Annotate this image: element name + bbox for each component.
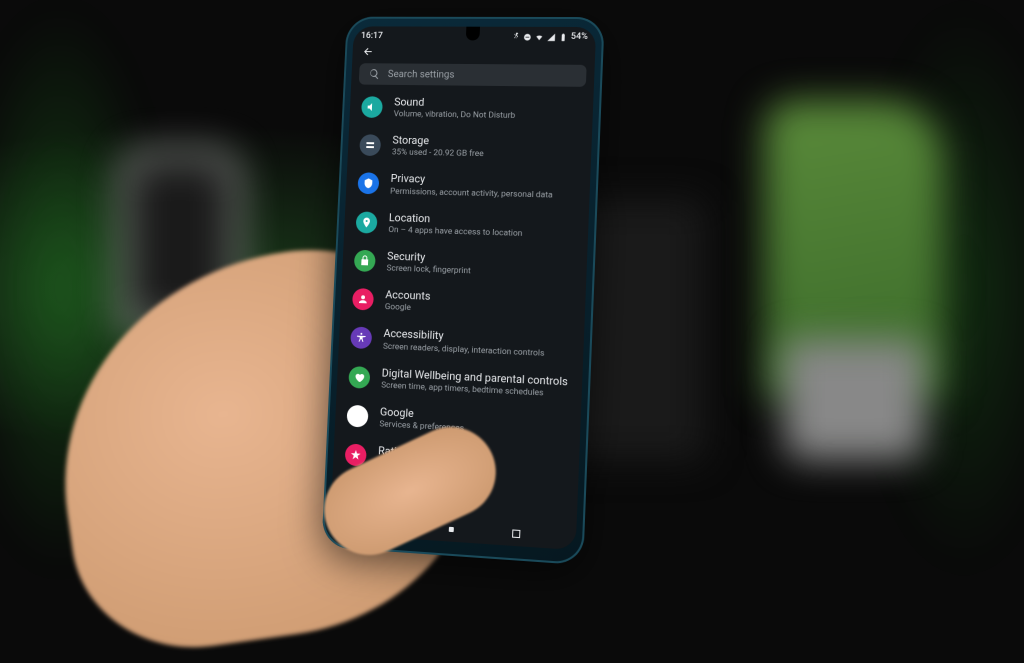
google-icon: [346, 405, 368, 428]
battery-icon: [559, 32, 568, 41]
search-bar[interactable]: Search settings: [359, 63, 587, 87]
battery-percent: 54%: [571, 32, 588, 42]
wellbeing-icon: [348, 366, 370, 389]
search-icon: [368, 68, 380, 80]
settings-item-sound[interactable]: SoundVolume, vibration, Do Not Disturb: [349, 88, 594, 130]
item-text: AccessibilityScreen readers, display, in…: [383, 327, 572, 360]
location-icon: [356, 211, 378, 233]
security-icon: [354, 250, 376, 272]
nav-recents-button[interactable]: [510, 527, 523, 540]
accounts-icon: [352, 288, 374, 311]
item-title: Sound: [394, 96, 581, 111]
item-subtitle: Volume, vibration, Do Not Disturb: [393, 110, 580, 124]
settings-item-privacy[interactable]: PrivacyPermissions, account activity, pe…: [346, 165, 591, 210]
item-text: SecurityScreen lock, fingerprint: [386, 250, 575, 281]
dnd-icon: [523, 32, 532, 41]
back-icon[interactable]: [362, 46, 374, 58]
sound-icon: [361, 96, 383, 118]
accessibility-icon: [350, 327, 372, 350]
search-placeholder: Search settings: [388, 69, 455, 80]
nav-home-button[interactable]: [445, 523, 457, 536]
privacy-icon: [357, 173, 379, 195]
item-text: LocationOn – 4 apps have access to locat…: [388, 211, 577, 241]
app-header: [352, 44, 595, 61]
item-text: Storage35% used - 20.92 GB free: [392, 134, 580, 162]
item-text: PrivacyPermissions, account activity, pe…: [390, 172, 578, 201]
wifi-icon: [535, 32, 544, 41]
item-text: SoundVolume, vibration, Do Not Disturb: [393, 96, 581, 123]
storage-icon: [359, 134, 381, 156]
item-subtitle: 35% used - 20.92 GB free: [392, 148, 580, 163]
item-text: Digital Wellbeing and parental controlsS…: [381, 366, 570, 400]
item-text: AccountsGoogle: [385, 288, 574, 320]
bluetooth-icon: [511, 32, 520, 41]
signal-icon: [547, 32, 556, 41]
status-time: 16:17: [361, 31, 383, 41]
settings-item-storage[interactable]: Storage35% used - 20.92 GB free: [347, 126, 592, 169]
